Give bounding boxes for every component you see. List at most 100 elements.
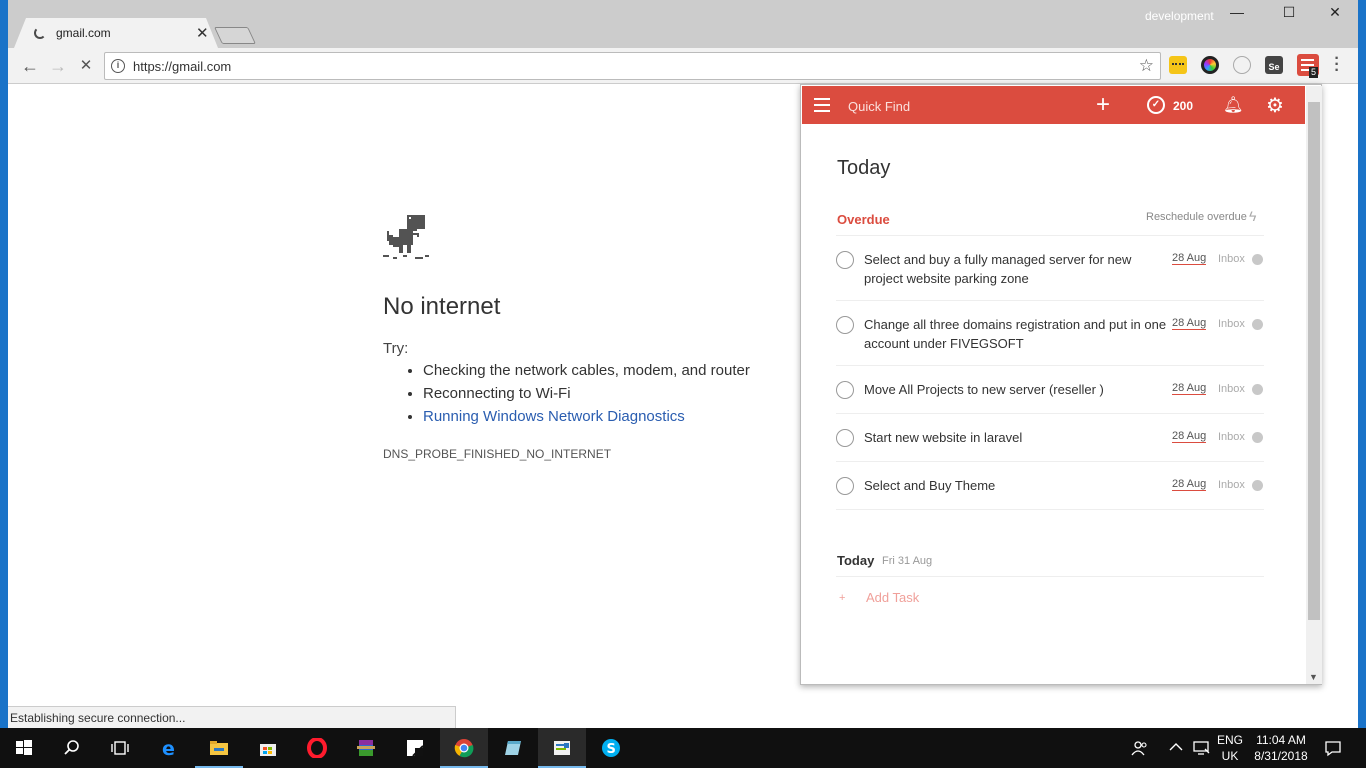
task-text[interactable]: Start new website in laravel <box>864 428 1169 447</box>
task-checkbox[interactable] <box>836 429 854 447</box>
suggestion-item: Reconnecting to Wi-Fi <box>423 385 750 408</box>
error-heading: No internet <box>383 293 501 320</box>
selenium-extension-icon[interactable]: Se <box>1265 56 1283 74</box>
task-row[interactable]: Move All Projects to new server (reselle… <box>836 380 1264 410</box>
project-color-dot <box>1252 384 1263 395</box>
grey-extension-icon[interactable] <box>1233 56 1251 74</box>
suggestion-list: Checking the network cables, modem, and … <box>423 362 750 431</box>
address-bar[interactable]: i https://gmail.com ☆ <box>104 52 1161 80</box>
reschedule-bolt-icon[interactable]: ϟ <box>1249 208 1256 224</box>
task-checkbox[interactable] <box>836 477 854 495</box>
task-due-date[interactable]: 28 Aug <box>1172 317 1207 330</box>
divider <box>836 461 1264 462</box>
back-button[interactable]: ← <box>18 54 42 78</box>
show-hidden-icons-chevron-icon[interactable] <box>1169 742 1183 752</box>
task-project[interactable]: Inbox <box>1218 253 1245 265</box>
diagnostics-link[interactable]: Running Windows Network Diagnostics <box>423 408 685 425</box>
error-code: DNS_PROBE_FINISHED_NO_INTERNET <box>383 447 612 461</box>
maximize-button[interactable]: ☐ <box>1266 4 1312 28</box>
task-checkbox[interactable] <box>836 251 854 269</box>
chrome-icon[interactable] <box>440 728 488 768</box>
skype-icon[interactable]: S <box>587 728 635 768</box>
chrome-menu-icon[interactable]: · · · <box>1332 51 1342 79</box>
divider <box>836 413 1264 414</box>
task-row[interactable]: Select and Buy Theme 28 Aug Inbox <box>836 476 1264 506</box>
task-due-date[interactable]: 28 Aug <box>1172 478 1207 491</box>
forward-button[interactable]: → <box>46 54 70 78</box>
new-tab-button[interactable] <box>214 27 256 44</box>
extension-badge: 5 <box>1309 67 1319 78</box>
edge-icon[interactable]: e <box>146 728 194 768</box>
windows-start-icon[interactable] <box>0 728 48 768</box>
action-center-icon[interactable] <box>1324 739 1342 757</box>
karma-count[interactable]: 200 <box>1173 99 1193 113</box>
language-bottom[interactable]: UK <box>1214 749 1246 763</box>
opera-icon[interactable] <box>293 728 341 768</box>
task-text[interactable]: Select and buy a fully managed server fo… <box>864 250 1169 288</box>
site-info-icon[interactable]: i <box>111 59 125 73</box>
todoist-extension-icon[interactable]: 5 <box>1297 54 1319 78</box>
close-window-button[interactable]: ✕ <box>1312 4 1358 28</box>
extension-yellow-icon[interactable] <box>1169 56 1187 74</box>
add-task-button[interactable]: Add Task <box>866 590 919 605</box>
task-row[interactable]: Change all three domains registration an… <box>836 315 1264 365</box>
task-view-icon[interactable] <box>96 728 144 768</box>
quick-find-input[interactable]: Quick Find <box>848 99 910 114</box>
task-project[interactable]: Inbox <box>1218 479 1245 491</box>
divider <box>836 235 1264 236</box>
task-due-date[interactable]: 28 Aug <box>1172 252 1207 265</box>
color-picker-extension-icon[interactable] <box>1201 56 1219 74</box>
profile-name[interactable]: development <box>1145 9 1214 23</box>
add-task-plus-icon[interactable]: + <box>1096 91 1110 119</box>
tab-title: gmail.com <box>56 26 111 40</box>
add-task-icon[interactable]: + <box>839 592 845 604</box>
task-text[interactable]: Select and Buy Theme <box>864 476 1169 495</box>
hamburger-menu-icon[interactable] <box>814 98 830 112</box>
task-text[interactable]: Change all three domains registration an… <box>864 315 1169 353</box>
winrar-icon[interactable] <box>342 728 390 768</box>
task-project[interactable]: Inbox <box>1218 383 1245 395</box>
notifications-bell-icon[interactable]: 🔔︎ <box>1223 95 1243 115</box>
popup-scrollbar[interactable]: ▼ <box>1306 86 1322 684</box>
task-due-date[interactable]: 28 Aug <box>1172 382 1207 395</box>
people-icon[interactable] <box>1131 740 1149 756</box>
browser-tab[interactable]: gmail.com ✕ <box>14 18 218 48</box>
browser-toolbar: ← → ✕ i https://gmail.com ☆ Se 5 · · · <box>8 48 1358 84</box>
task-row[interactable]: Start new website in laravel 28 Aug Inbo… <box>836 428 1264 458</box>
file-explorer-icon[interactable] <box>195 728 243 768</box>
scrollbar-thumb[interactable] <box>1308 102 1320 620</box>
svg-text:S: S <box>607 742 616 757</box>
divider <box>836 300 1264 301</box>
store-icon[interactable] <box>244 728 292 768</box>
paint-icon[interactable] <box>538 728 586 768</box>
settings-gear-icon[interactable]: ⚙ <box>1266 93 1284 118</box>
reschedule-overdue-button[interactable]: Reschedule overdue <box>1146 211 1247 223</box>
project-color-dot <box>1252 480 1263 491</box>
task-project[interactable]: Inbox <box>1218 431 1245 443</box>
today-section-heading: Today <box>837 553 875 568</box>
task-row[interactable]: Select and buy a fully managed server fo… <box>836 250 1264 300</box>
divider <box>836 576 1264 577</box>
network-disconnected-icon[interactable] <box>1192 740 1210 756</box>
bookmark-star-icon[interactable]: ☆ <box>1139 56 1154 76</box>
minimize-button[interactable]: — <box>1214 4 1260 28</box>
task-checkbox[interactable] <box>836 316 854 334</box>
karma-check-icon[interactable]: ✓ <box>1147 96 1165 114</box>
clock-date[interactable]: 8/31/2018 <box>1250 749 1312 763</box>
task-project[interactable]: Inbox <box>1218 318 1245 330</box>
task-text[interactable]: Move All Projects to new server (reselle… <box>864 380 1169 399</box>
search-icon[interactable] <box>48 728 96 768</box>
url-text[interactable]: https://gmail.com <box>133 59 231 74</box>
scroll-down-arrow-icon[interactable]: ▼ <box>1309 672 1318 682</box>
stop-button[interactable]: ✕ <box>74 54 98 78</box>
task-due-date[interactable]: 28 Aug <box>1172 430 1207 443</box>
notepad-icon[interactable] <box>489 728 537 768</box>
language-top[interactable]: ENG <box>1214 733 1246 747</box>
tab-close-icon[interactable]: ✕ <box>196 24 209 42</box>
clock-time[interactable]: 11:04 AM <box>1250 733 1312 747</box>
suggestion-item: Checking the network cables, modem, and … <box>423 362 750 385</box>
task-checkbox[interactable] <box>836 381 854 399</box>
sticky-notes-icon[interactable] <box>391 728 439 768</box>
dinosaur-icon[interactable] <box>383 213 431 261</box>
todoist-top-bar: Quick Find + ✓ 200 🔔︎ ⚙ <box>802 86 1305 124</box>
